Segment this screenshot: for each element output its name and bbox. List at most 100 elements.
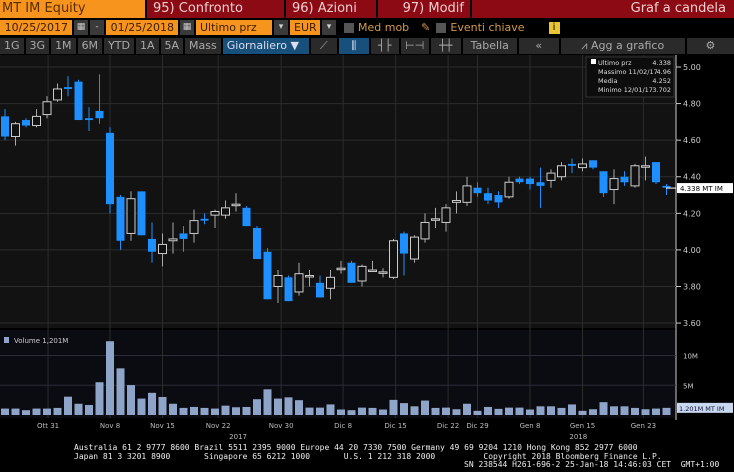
candle-up xyxy=(557,165,566,178)
volume-bar xyxy=(74,403,83,415)
volume-bar xyxy=(242,406,251,415)
volume-bar xyxy=(368,407,377,415)
candle-down xyxy=(106,132,114,205)
candle-down xyxy=(652,162,660,183)
volume-bar xyxy=(505,407,513,415)
candle-down xyxy=(64,87,72,89)
candle-up xyxy=(357,265,367,282)
edit-button[interactable]: 97) Modif xyxy=(378,0,470,18)
candle-up xyxy=(431,218,440,221)
volume-bar xyxy=(284,397,293,415)
volume-bar xyxy=(578,410,587,415)
ohlc-icon[interactable]: ⊢⊣ xyxy=(400,37,429,54)
volume-bar xyxy=(610,406,618,415)
candle-up xyxy=(168,238,178,242)
volume-bar xyxy=(64,396,72,415)
collapse-button[interactable]: « xyxy=(518,37,559,54)
security-field[interactable]: MT IM Equity xyxy=(0,0,145,18)
candle-up xyxy=(641,165,650,168)
candle-down xyxy=(1,116,9,137)
end-date-input[interactable]: 01/25/2018 xyxy=(106,20,178,35)
settings-icon[interactable]: ⚙ xyxy=(686,37,734,54)
frequency-select[interactable]: Giornaliero ▼ xyxy=(222,37,309,54)
volume-bar xyxy=(116,368,125,415)
compare-button[interactable]: 95) Confronto xyxy=(147,0,284,18)
volume-bar xyxy=(295,400,303,415)
y-tick-label: 4.20 xyxy=(683,209,701,218)
field-select[interactable]: Ultimo prz xyxy=(196,20,272,35)
candle-up xyxy=(326,276,335,289)
volume-bar xyxy=(137,398,146,415)
chevron-down-icon[interactable]: ▾ xyxy=(322,20,336,35)
chevron-down-icon[interactable]: ▾ xyxy=(274,20,288,35)
period-max[interactable]: Mass xyxy=(185,37,221,54)
y-tick-label: 4.60 xyxy=(683,136,701,145)
volume-bar xyxy=(158,396,167,415)
y-tick-label: 3.80 xyxy=(683,282,701,291)
hilo-icon[interactable]: ┼┼ xyxy=(430,37,461,54)
add-to-chart-button[interactable]: ⩘ Agg a grafico xyxy=(560,37,685,54)
volume-bar xyxy=(379,409,387,415)
candle-down xyxy=(253,227,261,260)
x-tick-label: Nov 22 xyxy=(206,422,231,430)
candle-down xyxy=(85,118,93,121)
period-3g[interactable]: 3G xyxy=(25,37,50,54)
volume-bar xyxy=(347,410,356,415)
x-tick-label: Gen 8 xyxy=(520,422,541,430)
candle-down xyxy=(526,178,534,185)
info-icon[interactable]: i xyxy=(548,21,560,34)
volume-bar xyxy=(652,408,660,415)
candle-down xyxy=(589,160,597,168)
candle-up xyxy=(42,101,52,116)
pencil-icon[interactable]: ✎ xyxy=(421,21,430,34)
candle-up xyxy=(53,88,62,101)
period-5a[interactable]: 5A xyxy=(160,37,184,54)
candle-down xyxy=(400,233,408,254)
candle-chart-icon[interactable]: ⫼ xyxy=(338,37,369,54)
x-tick-label: Nov 8 xyxy=(100,422,120,430)
volume-bar xyxy=(442,407,450,415)
volume-legend: Volume 1,201M xyxy=(14,337,68,345)
period-1a[interactable]: 1A xyxy=(135,37,159,54)
price-chart[interactable]: 3.60 3.80 4.00 4.20 4.40 4.60 4.80 5.00 Ott 31 No… xyxy=(0,55,734,444)
legend-label: Massimo 11/02/17 xyxy=(598,68,658,76)
candle-up xyxy=(389,240,398,278)
line-chart-icon[interactable]: ⟋ xyxy=(310,37,337,54)
x-tick-label: Dic 8 xyxy=(334,422,352,430)
calendar-icon[interactable]: ▦ xyxy=(180,20,194,35)
currency-select[interactable]: EUR xyxy=(290,20,320,35)
table-button[interactable]: Tabella xyxy=(462,37,517,54)
volume-bar xyxy=(32,408,41,415)
candle-up xyxy=(441,207,451,223)
candle-down xyxy=(473,187,482,194)
volume-bar xyxy=(148,392,156,415)
calendar-icon[interactable]: ▦ xyxy=(74,20,88,35)
key-events-checkbox[interactable] xyxy=(436,22,447,33)
candle-down xyxy=(242,207,251,227)
candle-up xyxy=(189,220,199,234)
volume-bar xyxy=(232,407,240,415)
candle-down xyxy=(599,171,608,194)
volume-tag-text: 1.201M MT IM xyxy=(679,405,724,413)
period-1m[interactable]: 1M xyxy=(51,37,76,54)
period-6m[interactable]: 6M xyxy=(77,37,103,54)
candle-down xyxy=(179,233,188,239)
bar-chart-icon[interactable]: ┤├ xyxy=(370,37,399,54)
volume-bar xyxy=(494,408,503,415)
actions-button[interactable]: 96) Azioni xyxy=(286,0,376,18)
toolbar: 1G 3G 1M 6M YTD 1A 5A Mass Giornaliero ▼… xyxy=(0,37,734,54)
price-panel xyxy=(0,55,676,328)
volume-bar xyxy=(526,409,534,415)
volume-bar xyxy=(662,407,671,415)
candle-down xyxy=(484,193,492,201)
volume-tick-label: 10M xyxy=(683,353,698,361)
period-1g[interactable]: 1G xyxy=(0,37,24,54)
volume-bar xyxy=(589,409,597,415)
period-ytd[interactable]: YTD xyxy=(104,37,134,54)
legend-value: 4.96 xyxy=(657,68,671,76)
y-tick-label: 4.40 xyxy=(683,173,701,182)
x-tick-label: Dic 22 xyxy=(437,422,459,430)
start-date-input[interactable]: 10/25/2017 xyxy=(0,20,72,35)
add-to-chart-label: Agg a grafico xyxy=(591,38,665,52)
moving-average-checkbox[interactable] xyxy=(344,22,354,33)
